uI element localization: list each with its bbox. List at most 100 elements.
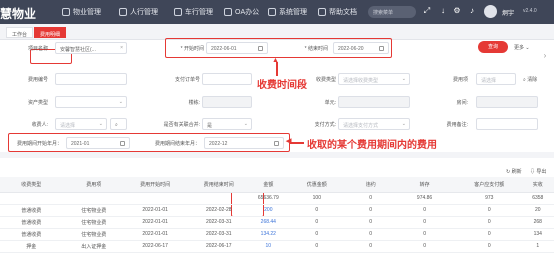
calendar-icon (274, 141, 279, 146)
fee-no-label: 费用编号 (27, 77, 48, 83)
export-icon: ⇩ (530, 169, 536, 175)
chevron-down-icon: ⌄ (243, 121, 248, 127)
calendar-icon (120, 141, 125, 146)
clear-icon[interactable]: × (120, 45, 123, 51)
nav-property[interactable]: 物业管理 (62, 7, 101, 17)
fee-item-label: 费用项 (452, 77, 468, 83)
table-row[interactable]: 普通收费 住宅物业费 2022-01-01 2022-03-31 268.44 0 0 0 0… (0, 216, 554, 229)
pos-select[interactable]: 是 ⌄ (202, 118, 252, 130)
section-divider (0, 152, 554, 158)
arrow-shaft (276, 62, 278, 76)
nav-system[interactable]: 系统管理 (268, 7, 307, 17)
tab-scroll-right-icon[interactable]: › (540, 51, 550, 61)
tab-workbench[interactable]: 工作台 (6, 27, 34, 38)
summary-row: 65636.79 100 0 974.86 973 6358 (0, 192, 554, 205)
fee-type-label: 收费类型 (315, 77, 336, 83)
export-button[interactable]: ⇩ 导出 (530, 168, 546, 175)
payer-select[interactable]: 请选择 ⌄ (55, 118, 107, 130)
table-row[interactable]: 普通收费 住宅物业费 2022-01-01 2022-03-31 134.22 0 0 0 0… (0, 228, 554, 241)
col-header[interactable]: 费用项 (62, 177, 125, 193)
building-icon (62, 8, 70, 16)
download-icon[interactable]: ↓ (438, 6, 448, 16)
room-label: 房间: (456, 100, 468, 106)
building-label: 楼栋: (188, 100, 200, 106)
top-bar: 慧物业 物业管理 人行管理 车行管理 OA办公 系统管理 帮助文档 搜索菜单 ⤢… (0, 0, 554, 24)
calendar-icon (258, 46, 263, 51)
bell-icon[interactable]: ♪ (467, 6, 477, 16)
col-header[interactable]: 违约 (349, 177, 393, 193)
arrow-left-icon: ◀ (286, 138, 292, 145)
table-header-row: 收费类型 费用项 费用开始时间 费用结束时间 金额 优惠金额 违约 转存 客户应… (0, 177, 554, 193)
col-header[interactable]: 实收 (521, 177, 554, 193)
remark-input[interactable] (476, 118, 538, 130)
table-row[interactable]: 普通收费 住宅物业费 2022-01-01 2022-02-28 200 0 0 0 0 20 (0, 204, 554, 217)
tab-fee-detail[interactable]: 费用明细 (34, 27, 67, 38)
period-end-label: 费用期间结束年月： (154, 141, 200, 147)
amount-link[interactable]: 134.22 (252, 228, 285, 241)
payer-search-button[interactable]: ⌕ (110, 118, 127, 130)
version-label: v2.4.0 (523, 8, 537, 14)
oa-icon (224, 8, 232, 16)
unit-input[interactable] (338, 96, 410, 108)
chevron-down-icon: ⌄ (98, 121, 103, 127)
col-header[interactable]: 金额 (252, 177, 285, 193)
calendar-icon (379, 46, 384, 51)
chevron-down-icon: ⌄ (118, 99, 123, 105)
query-button[interactable]: 查询 (478, 41, 508, 53)
menu-search-input[interactable]: 搜索菜单 (368, 6, 416, 18)
settings-icon[interactable]: ⚙ (452, 6, 462, 16)
asset-type-label: 资产类型 (27, 100, 48, 106)
more-button[interactable]: 更多 ⌄ (514, 44, 530, 51)
avatar[interactable] (484, 5, 497, 18)
room-input[interactable] (476, 96, 538, 108)
col-header[interactable]: 收费类型 (0, 177, 63, 193)
app-brand: 慧物业 (0, 7, 37, 21)
pay-order-input[interactable] (202, 73, 252, 85)
col-header[interactable]: 优惠金额 (284, 177, 350, 193)
amount-link[interactable]: 10 (252, 240, 285, 253)
remark-label: 费用备注: (446, 122, 468, 128)
start-time-input[interactable]: 2022-06-01 (206, 42, 268, 54)
end-time-label: * 结束时间 (304, 46, 328, 52)
period-start-input[interactable]: 2021-01 (66, 137, 130, 149)
amount-link[interactable]: 268.44 (252, 216, 285, 229)
help-icon (318, 8, 326, 16)
col-header[interactable]: 转存 (392, 177, 457, 193)
arrow-shaft (290, 142, 304, 144)
nav-people[interactable]: 人行管理 (119, 7, 158, 17)
project-label: 项目名称 (27, 46, 48, 52)
pay-method-select[interactable]: 请选择支付方式 ⌄ (338, 118, 410, 130)
project-select[interactable]: 安馨智慧社区(... × (55, 42, 127, 54)
table-row[interactable]: 押金 出入证押金 2022-06-17 2022-06-17 10 0 0 0 0 1 (0, 240, 554, 253)
refresh-button[interactable]: ↻ 刷新 (506, 168, 522, 175)
nav-vehicle[interactable]: 车行管理 (174, 7, 213, 17)
building-input[interactable] (202, 96, 252, 108)
col-header[interactable]: 客户应支付额 (456, 177, 522, 193)
user-name[interactable]: 炯宇 (502, 8, 514, 17)
arrow-up-icon: ▲ (272, 57, 279, 64)
pay-order-label: 支付订单号 (174, 77, 200, 83)
period-end-input[interactable]: 2022-12 (204, 137, 284, 149)
car-icon (174, 8, 182, 16)
fee-item-select[interactable]: 请选择 (476, 73, 516, 85)
reset-button[interactable]: ⌕ 清除 (523, 76, 537, 83)
asset-type-select[interactable]: ⌄ (55, 96, 127, 108)
start-time-label: * 开始时间 (180, 46, 204, 52)
fee-no-input[interactable] (55, 73, 127, 85)
pos-label: 是否有关联合并: (163, 122, 200, 128)
fee-type-select[interactable]: 请选择收费类型 ⌄ (338, 73, 410, 85)
fee-table: 收费类型 费用项 费用开始时间 费用结束时间 金额 优惠金额 违约 转存 客户应… (0, 177, 554, 253)
period-annotation: 收取的某个费用期间内的费用 (307, 140, 437, 151)
pay-method-label: 支付方式: (314, 122, 336, 128)
amount-link[interactable]: 200 (252, 204, 285, 217)
chevron-down-icon: ⌄ (401, 76, 406, 82)
end-time-input[interactable]: 2022-06-20 (333, 42, 389, 54)
fullscreen-icon[interactable]: ⤢ (422, 6, 432, 16)
person-icon (119, 8, 127, 16)
amount-total: 65636.79 (252, 192, 285, 205)
nav-oa[interactable]: OA办公 (224, 7, 259, 17)
gear-icon (268, 8, 276, 16)
col-header[interactable]: 费用开始时间 (125, 177, 186, 193)
nav-help[interactable]: 帮助文档 (318, 7, 357, 17)
col-header[interactable]: 费用结束时间 (185, 177, 253, 193)
